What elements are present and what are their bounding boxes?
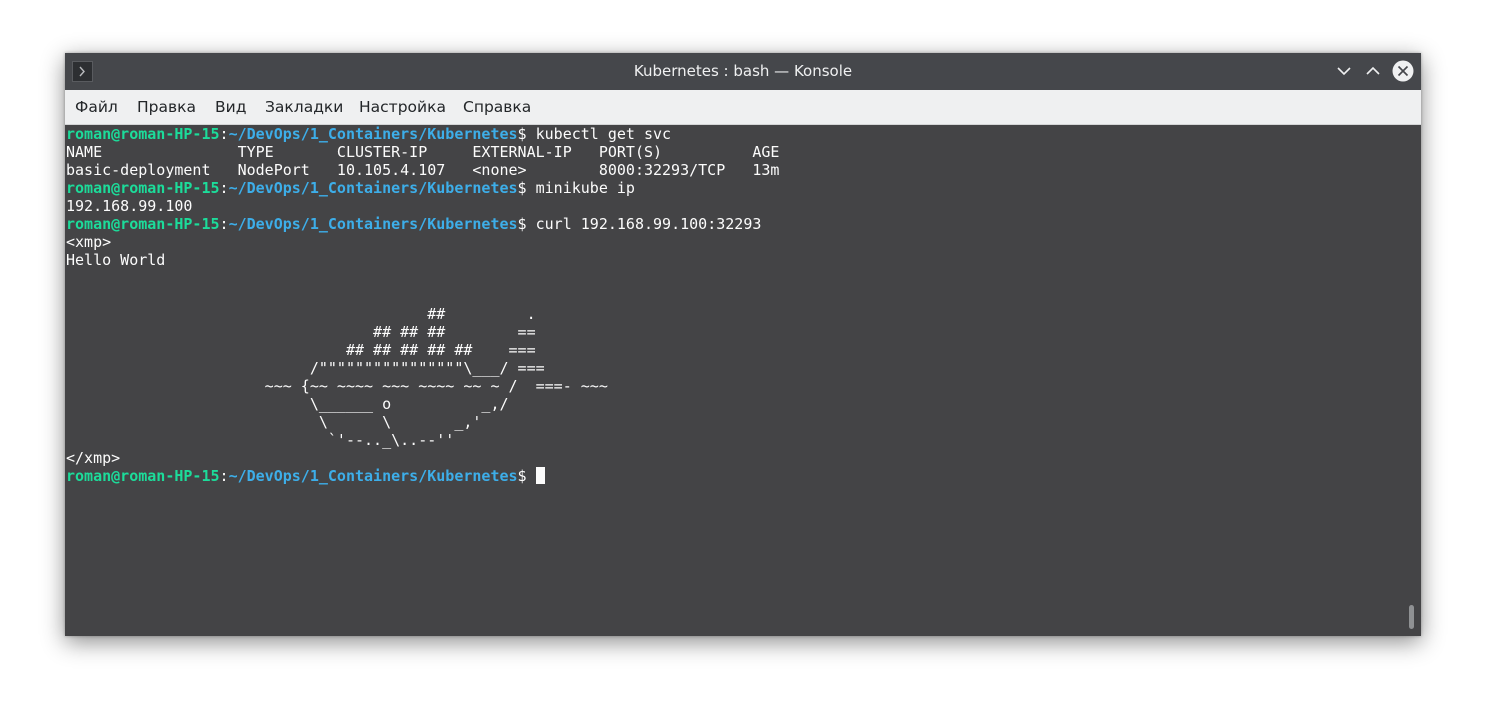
terminal-line-cmd3: roman@roman-HP-15:~/DevOps/1_Containers/… — [66, 215, 761, 233]
prompt-symbol: $ — [517, 179, 536, 197]
docker-ascii-art: ## ## ## ## ## === — [66, 341, 536, 359]
prompt-symbol: $ — [517, 467, 536, 485]
docker-ascii-art: ~~~ {~~ ~~~~ ~~~ ~~~~ ~~ ~ / ===- ~~~ — [66, 377, 608, 395]
menu-help[interactable]: Справка — [463, 90, 531, 125]
docker-ascii-art: ## . — [66, 305, 536, 323]
xmp-close: </xmp> — [66, 449, 121, 467]
title-bar[interactable]: Kubernetes : bash — Konsole — [65, 53, 1421, 90]
menu-edit[interactable]: Правка — [137, 90, 196, 125]
menu-bookmarks[interactable]: Закладки — [265, 90, 343, 125]
prompt-user: roman@roman-HP-15 — [66, 125, 220, 143]
svc-table-header: NAME TYPE CLUSTER-IP EXTERNAL-IP PORT(S)… — [66, 143, 780, 161]
ip-output: 192.168.99.100 — [66, 197, 193, 215]
prompt-symbol: $ — [517, 125, 536, 143]
terminal-line-prompt: roman@roman-HP-15:~/DevOps/1_Containers/… — [66, 467, 545, 485]
prompt-colon: : — [219, 215, 229, 233]
prompt-colon: : — [219, 467, 229, 485]
maximize-icon[interactable] — [1362, 60, 1384, 82]
window-title: Kubernetes : bash — Konsole — [633, 62, 853, 80]
docker-ascii-art: \ \ _,' — [66, 413, 482, 431]
prompt-path: ~/DevOps/1_Containers/Kubernetes — [228, 215, 518, 233]
konsole-window: Kubernetes : bash — Konsole Файл Правка … — [65, 53, 1421, 636]
prompt-path: ~/DevOps/1_Containers/Kubernetes — [228, 125, 518, 143]
prompt-user: roman@roman-HP-15 — [66, 467, 220, 485]
svc-table-row: basic-deployment NodePort 10.105.4.107 <… — [66, 161, 780, 179]
menu-bar: Файл Правка Вид Закладки Настройка Справ… — [65, 90, 1421, 125]
close-icon[interactable] — [1392, 60, 1414, 82]
hello-output: Hello World — [66, 251, 166, 269]
menu-view[interactable]: Вид — [215, 90, 246, 125]
prompt-symbol: $ — [517, 215, 536, 233]
prompt-path: ~/DevOps/1_Containers/Kubernetes — [228, 179, 518, 197]
menu-settings[interactable]: Настройка — [359, 90, 446, 125]
command-text: curl 192.168.99.100:32293 — [535, 215, 762, 233]
text-cursor[interactable] — [535, 467, 545, 484]
terminal-line-cmd1: roman@roman-HP-15:~/DevOps/1_Containers/… — [66, 125, 671, 143]
docker-ascii-art: /""""""""""""""""\___/ === — [66, 359, 545, 377]
prompt-colon: : — [219, 179, 229, 197]
prompt-user: roman@roman-HP-15 — [66, 215, 220, 233]
xmp-open: <xmp> — [66, 233, 112, 251]
minimize-icon[interactable] — [1333, 60, 1355, 82]
prompt-colon: : — [219, 125, 229, 143]
terminal-output[interactable]: roman@roman-HP-15:~/DevOps/1_Containers/… — [65, 125, 1421, 636]
prompt-user: roman@roman-HP-15 — [66, 179, 220, 197]
docker-ascii-art: \______ o _,/ — [66, 395, 509, 413]
terminal-line-cmd2: roman@roman-HP-15:~/DevOps/1_Containers/… — [66, 179, 635, 197]
scrollbar-handle[interactable] — [1409, 605, 1414, 629]
prompt-path: ~/DevOps/1_Containers/Kubernetes — [228, 467, 518, 485]
docker-ascii-art: `'--.._\..--'' — [66, 431, 455, 449]
menu-file[interactable]: Файл — [75, 90, 118, 125]
docker-ascii-art: ## ## ## == — [66, 323, 536, 341]
command-text: kubectl get svc — [535, 125, 672, 143]
command-text: minikube ip — [535, 179, 635, 197]
